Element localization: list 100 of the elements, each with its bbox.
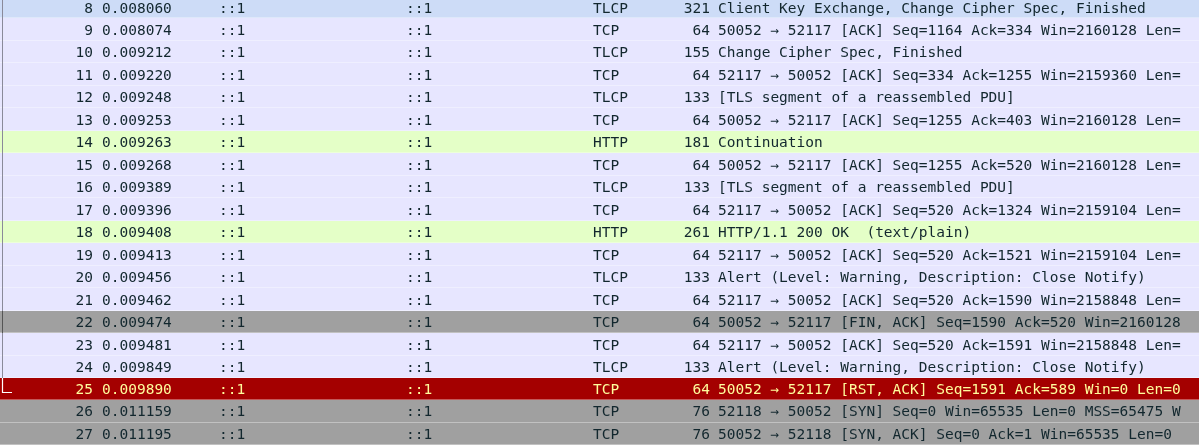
table-cell-text: HTTP/1.1 200 OK (text/plain) (717, 223, 972, 242)
table-cell: ::1 (406, 424, 433, 443)
table-cell-text: 52117 → 50052 [ACK] Seq=520 Ack=1590 Win=2158848 Len= (717, 290, 1181, 309)
table-cell: 64 (692, 379, 710, 398)
table-cell: 20 (75, 268, 93, 287)
packet-row[interactable]: 15 0.009268 ::1 ::1 TCP 64 50052 → 52117 [ACK] Seq=1255 Ack=520 Win=2160128 Len= (0, 153, 1199, 176)
table-cell-text: 0.011159 (101, 402, 172, 421)
packet-row[interactable]: 14 0.009263 ::1 ::1 HTTP 181 Continuation (0, 130, 1199, 154)
table-cell: ::1 (406, 178, 433, 197)
table-cell: TCP (593, 313, 620, 332)
table-cell: 24 (75, 358, 93, 376)
table-cell: ::1 (406, 200, 433, 219)
packet-row[interactable]: 20 0.009456 ::1 ::1 TLCP 133 Alert (Level: Warning, Description: Close Notify) (0, 265, 1199, 289)
table-cell: 261 (683, 223, 710, 242)
table-cell: ::1 (406, 88, 433, 107)
table-cell: TCP (593, 379, 620, 398)
packet-row[interactable]: 13 0.009253 ::1 ::1 TCP 64 50052 → 52117 [ACK] Seq=1255 Ack=403 Win=2160128 Len= (0, 108, 1199, 131)
table-cell-text: 0.009389 (101, 178, 172, 197)
table-cell: TCP (593, 290, 620, 309)
table-cell: ::1 (406, 43, 433, 62)
packet-row[interactable]: 10 0.009212 ::1 ::1 TLCP 155 Change Cipher Spec, Finished (0, 40, 1199, 64)
table-cell-text: 50052 → 52117 [ACK] Seq=1255 Ack=403 Win=2160128 Len= (717, 110, 1181, 129)
packet-row[interactable]: 8 0.008060 ::1 ::1 TLCP 321 Client Key Exchange, Change Cipher Spec, Finished (0, 0, 1199, 19)
table-cell: 64 (692, 290, 710, 309)
packet-row[interactable]: 25 0.009890 ::1 ::1 TCP 64 50052 → 52117 [RST, ACK] Seq=1591 Ack=589 Win=0 Len=0 (0, 377, 1199, 401)
table-cell: 27 (75, 424, 93, 443)
table-cell-text: Alert (Level: Warning, Description: Close Notify) (717, 358, 1146, 376)
table-cell: 64 (692, 335, 710, 354)
packet-row[interactable]: 26 0.011159 ::1 ::1 TCP 76 52118 → 50052 [SYN] Seq=0 Win=65535 Len=0 MSS=65475 W (0, 400, 1199, 423)
packet-row[interactable]: 27 0.011195 ::1 ::1 TCP 76 50052 → 52118 [SYN, ACK] Seq=0 Ack=1 Win=65535 Len=0 (0, 422, 1199, 446)
table-cell-text: 0.009253 (101, 110, 172, 129)
table-cell: ::1 (406, 379, 433, 398)
table-cell-text: 0.009263 (101, 133, 172, 152)
table-cell: 13 (75, 110, 93, 129)
table-cell: 22 (75, 313, 93, 332)
table-cell: ::1 (219, 313, 246, 332)
packet-row[interactable]: 16 0.009389 ::1 ::1 TLCP 133 [TLS segment of a reassembled PDU] (0, 175, 1199, 199)
packet-row[interactable]: 9 0.008074 ::1 ::1 TCP 64 50052 → 52117 [ACK] Seq=1164 Ack=334 Win=2160128 Len= (0, 18, 1199, 41)
packet-row[interactable]: 18 0.009408 ::1 ::1 HTTP 261 HTTP/1.1 200 OK (text/plain) (0, 220, 1199, 244)
table-cell: ::1 (219, 379, 246, 398)
table-cell-text: 52117 → 50052 [ACK] Seq=520 Ack=1324 Win=2159104 Len= (717, 200, 1181, 219)
table-cell-text: 0.009413 (101, 245, 172, 264)
packet-row[interactable]: 12 0.009248 ::1 ::1 TLCP 133 [TLS segment of a reassembled PDU] (0, 85, 1199, 109)
table-cell: 10 (75, 43, 93, 62)
table-cell-text: [TLS segment of a reassembled PDU] (717, 178, 1015, 197)
table-cell: ::1 (219, 268, 246, 287)
table-cell: 64 (692, 110, 710, 129)
table-cell: TLCP (593, 43, 628, 62)
table-cell: ::1 (219, 424, 246, 443)
table-cell: 64 (692, 20, 710, 39)
table-cell: 321 (683, 0, 710, 17)
table-cell: ::1 (406, 402, 433, 421)
table-cell: TCP (593, 335, 620, 354)
table-cell: 11 (75, 65, 93, 84)
table-cell: 25 (75, 379, 93, 398)
table-cell-text: 0.009456 (101, 268, 172, 287)
table-cell-text: 0.009212 (101, 43, 172, 62)
table-cell: 181 (683, 133, 710, 152)
packet-row[interactable]: 24 0.009849 ::1 ::1 TLCP 133 Alert (Level: Warning, Description: Close Notify) (0, 355, 1199, 378)
table-cell: TCP (593, 155, 620, 174)
table-cell-text: Alert (Level: Warning, Description: Close Notify) (717, 268, 1146, 287)
table-cell: TCP (593, 110, 620, 129)
packet-row[interactable]: 19 0.009413 ::1 ::1 TCP 64 52117 → 50052 [ACK] Seq=520 Ack=1521 Win=2159104 Len= (0, 243, 1199, 266)
packet-row[interactable]: 21 0.009462 ::1 ::1 TCP 64 52117 → 50052 [ACK] Seq=520 Ack=1590 Win=2158848 Len= (0, 288, 1199, 311)
table-cell-text: 0.008060 (101, 0, 172, 17)
table-cell: TLCP (593, 268, 628, 287)
table-cell: 18 (75, 223, 93, 242)
table-cell: 64 (692, 313, 710, 332)
table-cell-text: 50052 → 52117 [RST, ACK] Seq=1591 Ack=589 Win=0 Len=0 (717, 379, 1181, 398)
packet-row[interactable]: 23 0.009481 ::1 ::1 TCP 64 52117 → 50052 [ACK] Seq=520 Ack=1591 Win=2158848 Len= (0, 333, 1199, 356)
table-cell: HTTP (593, 223, 628, 242)
table-cell-text: 0.009462 (101, 290, 172, 309)
table-cell-text: Change Cipher Spec, Finished (717, 43, 963, 62)
table-cell: ::1 (219, 335, 246, 354)
table-cell: ::1 (219, 245, 246, 264)
table-cell-text: 50052 → 52118 [SYN, ACK] Seq=0 Ack=1 Win=65535 Len=0 (717, 424, 1172, 443)
table-cell: ::1 (406, 20, 433, 39)
table-cell: ::1 (406, 268, 433, 287)
table-cell: ::1 (219, 358, 246, 376)
table-cell: HTTP (593, 133, 628, 152)
table-cell-text: 0.009248 (101, 88, 172, 107)
table-cell-text: 0.009849 (101, 358, 172, 376)
table-cell: 17 (75, 200, 93, 219)
packet-row[interactable]: 17 0.009396 ::1 ::1 TCP 64 52117 → 50052 [ACK] Seq=520 Ack=1324 Win=2159104 Len= (0, 198, 1199, 221)
table-cell-text: 0.009474 (101, 313, 172, 332)
packet-row[interactable]: 11 0.009220 ::1 ::1 TCP 64 52117 → 50052 [ACK] Seq=334 Ack=1255 Win=2159360 Len= (0, 63, 1199, 86)
table-cell: TLCP (593, 88, 628, 107)
table-cell-text: 0.008074 (101, 20, 172, 39)
table-cell-text: 0.009220 (101, 65, 172, 84)
table-cell: TLCP (593, 0, 628, 17)
table-cell: ::1 (406, 335, 433, 354)
table-cell: 9 (84, 20, 93, 39)
table-cell: 16 (75, 178, 93, 197)
packet-row[interactable]: 22 0.009474 ::1 ::1 TCP 64 50052 → 52117 [FIN, ACK] Seq=1590 Ack=520 Win=2160128 (0, 310, 1199, 334)
table-cell: TCP (593, 424, 620, 443)
table-cell: ::1 (219, 200, 246, 219)
table-cell: 64 (692, 200, 710, 219)
table-cell-text: 52117 → 50052 [ACK] Seq=520 Ack=1521 Win=2159104 Len= (717, 245, 1181, 264)
table-cell-text: Continuation (717, 133, 823, 152)
table-cell: ::1 (406, 313, 433, 332)
